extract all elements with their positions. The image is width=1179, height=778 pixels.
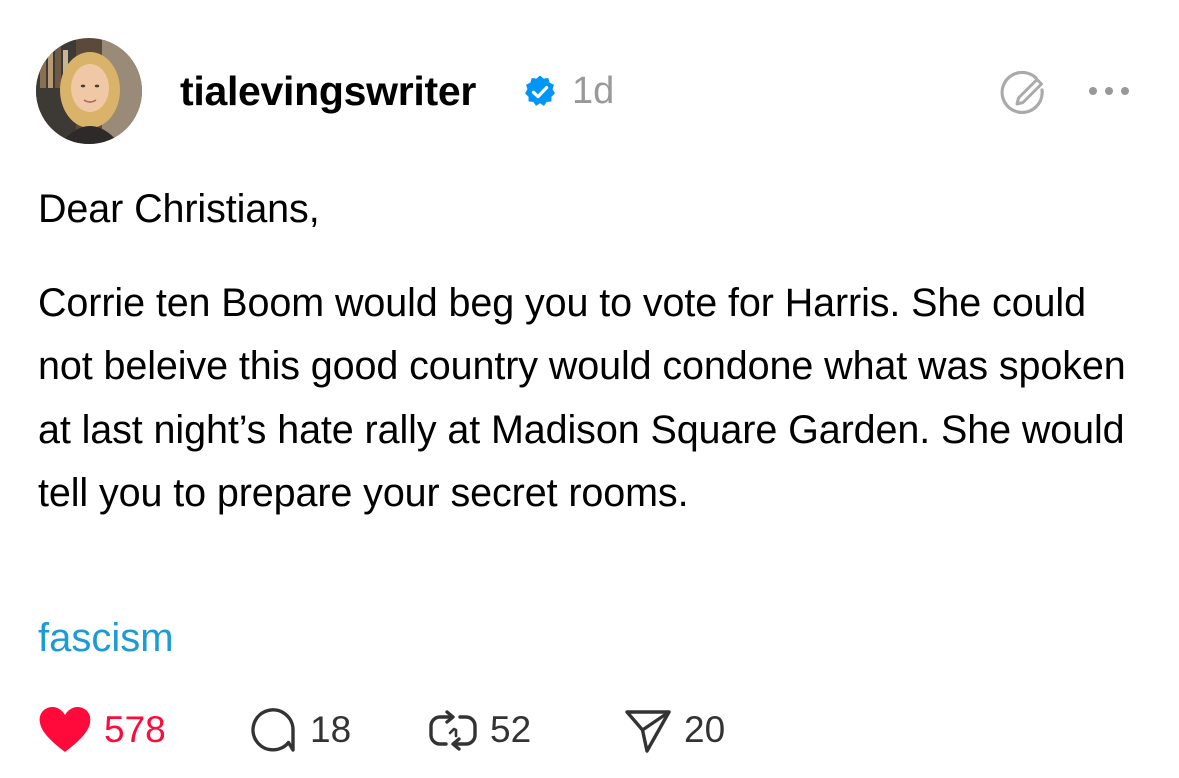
- verified-badge-icon: [525, 75, 555, 106]
- repost-count: 52: [490, 709, 532, 750]
- reply-button[interactable]: 18: [248, 704, 351, 756]
- repost-button[interactable]: 52: [426, 704, 531, 756]
- share-count: 20: [684, 709, 726, 750]
- reply-count: 18: [310, 709, 352, 750]
- like-button[interactable]: 578: [36, 704, 166, 756]
- post-text: Corrie ten Boom would beg you to vote fo…: [38, 280, 1126, 516]
- username[interactable]: tialevingswriter: [180, 68, 476, 114]
- repost-icon: [429, 710, 477, 751]
- edit-icon[interactable]: [998, 68, 1050, 120]
- share-button[interactable]: 20: [622, 704, 725, 756]
- avatar[interactable]: [36, 38, 142, 144]
- post-body: Dear Christians, Corrie ten Boom would b…: [38, 178, 1148, 526]
- post-time: 1d: [572, 70, 615, 112]
- send-icon: [625, 710, 671, 753]
- comment-icon: [251, 708, 295, 752]
- post-greeting: Dear Christians,: [38, 187, 320, 231]
- topic-tag[interactable]: fascism: [38, 612, 174, 664]
- action-bar: 578 18 52 20: [36, 704, 776, 756]
- like-count: 578: [104, 709, 166, 750]
- profile-photo: [36, 38, 142, 144]
- heart-icon: [39, 707, 91, 752]
- more-options-icon[interactable]: [1084, 78, 1134, 104]
